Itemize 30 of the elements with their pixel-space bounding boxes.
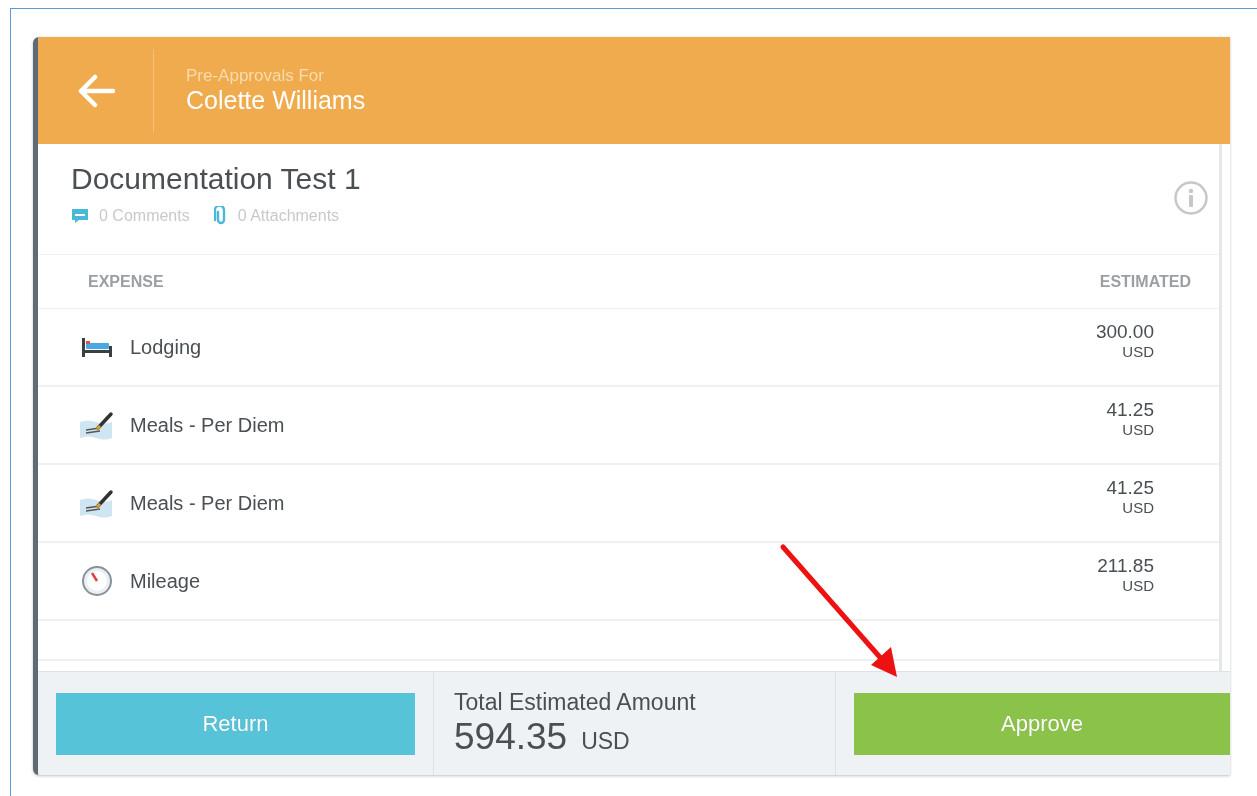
amount: 211.85 [1097, 555, 1154, 577]
currency: USD [1122, 499, 1154, 516]
header-title: Colette Williams [186, 86, 366, 115]
total-label: Total Estimated Amount [454, 689, 696, 716]
amount: 41.25 [1106, 399, 1154, 421]
fork-knife-icon [78, 488, 116, 518]
total-amount: 594.35 [454, 716, 568, 758]
currency: USD [1122, 577, 1154, 594]
expense-name: Lodging [130, 335, 203, 359]
column-header: ESTIMATED [1099, 272, 1191, 291]
info-icon[interactable] [1173, 180, 1209, 216]
column-header: EXPENSE [88, 272, 164, 291]
comment-icon [71, 208, 89, 224]
currency: USD [1122, 343, 1154, 360]
currency: USD [1122, 421, 1154, 438]
amount: 41.25 [1106, 477, 1154, 499]
total-currency: USD [581, 728, 630, 755]
expense-name: Mileage [130, 569, 202, 593]
back-arrow-icon [76, 73, 115, 108]
header-subtitle: Pre-Approvals For [186, 66, 325, 86]
paperclip-icon [213, 206, 228, 226]
expense-name: Meals - Per Diem [130, 491, 286, 515]
expense-row[interactable]: Lodging 300.00 USD [38, 309, 1219, 387]
expense-row[interactable]: Meals - Per Diem 41.25 USD [38, 387, 1219, 465]
amount: 300.00 [1095, 321, 1154, 343]
expense-row[interactable]: Mileage 211.85 USD [38, 543, 1219, 621]
expense-name: Meals - Per Diem [130, 413, 286, 437]
expense-row[interactable]: Meals - Per Diem 41.25 USD [38, 465, 1219, 543]
fork-knife-icon [78, 410, 116, 440]
report-title: Documentation Test 1 [71, 162, 361, 196]
